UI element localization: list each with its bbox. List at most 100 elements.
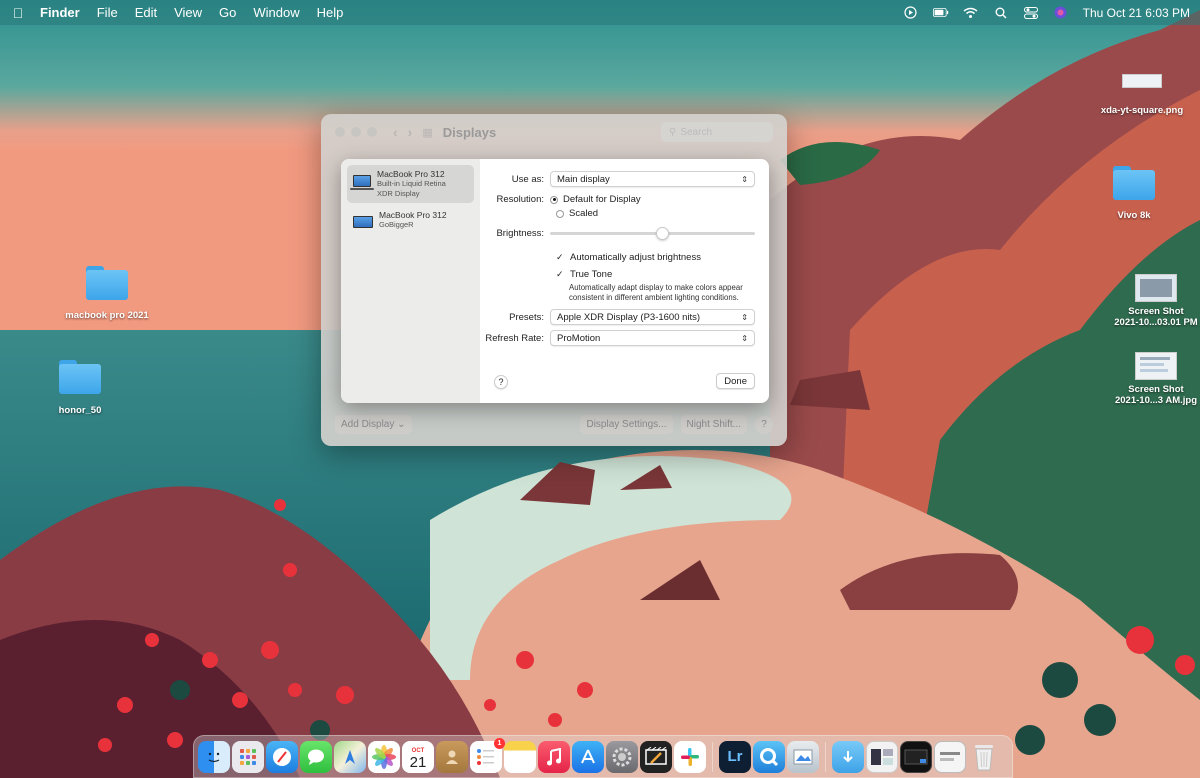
use-as-row: Use as: Main display ⇕ (480, 171, 755, 187)
display-detail: XDR Display (377, 189, 420, 198)
menu-app-finder[interactable]: Finder (40, 5, 80, 20)
dock-final-cut-pro-icon[interactable] (640, 740, 672, 773)
calendar-day: 21 (409, 753, 427, 771)
image-thumbnail-icon (1122, 74, 1162, 88)
true-tone-description: Automatically adapt display to make colo… (569, 283, 743, 302)
dock-music-icon[interactable] (538, 740, 570, 773)
desktop-icon-label: Screen Shot 2021-10...3 AM.jpg (1114, 384, 1197, 406)
grid-icon[interactable]: ▦ (422, 126, 432, 139)
search-icon: ⚲ (669, 126, 677, 138)
search-placeholder: Search (680, 126, 713, 138)
desktop-icon-label: xda-yt-square.png (1100, 105, 1184, 116)
desktop-file-xda-yt-square[interactable]: xda-yt-square.png (1096, 74, 1188, 116)
auto-brightness-checkbox[interactable]: ✓ Automatically adjust brightness (556, 252, 701, 263)
night-shift-button[interactable]: Night Shift... (680, 415, 747, 434)
wifi-icon[interactable] (963, 5, 979, 21)
battery-icon[interactable] (932, 5, 949, 21)
help-button[interactable]: ? (755, 415, 773, 434)
dock-quicktime-icon[interactable] (753, 740, 785, 773)
dock-messages-icon[interactable] (300, 740, 332, 773)
menu-extras: Thu Oct 21 6:03 PM (903, 5, 1190, 21)
menu-view[interactable]: View (174, 5, 202, 20)
display-item-external[interactable]: MacBook Pro 312 GoBiggeR (347, 206, 474, 234)
brightness-slider[interactable] (550, 227, 755, 240)
display-item-builtin[interactable]: MacBook Pro 312 Built-in Liquid Retina X… (347, 165, 474, 203)
presets-popup[interactable]: Apple XDR Display (P3-1600 nits) ⇕ (550, 309, 755, 325)
radio-selected-icon (550, 195, 558, 204)
zoom-window-button[interactable] (367, 127, 377, 137)
done-button[interactable]: Done (716, 373, 755, 389)
control-center-icon[interactable] (1023, 5, 1039, 21)
desktop-file-screenshot-2[interactable]: Screen Shot 2021-10...3 AM.jpg (1112, 352, 1200, 406)
dock-preview-icon[interactable] (787, 740, 819, 773)
menu-file[interactable]: File (97, 5, 118, 20)
back-chevron-icon[interactable]: ‹ (393, 124, 398, 140)
updown-chevron-icon: ⇕ (741, 312, 748, 322)
presets-row: Presets: Apple XDR Display (P3-1600 nits… (480, 309, 755, 325)
menu-window[interactable]: Window (253, 5, 299, 20)
dock-recent-document-icon[interactable] (866, 740, 898, 773)
updown-chevron-icon: ⇕ (741, 174, 748, 184)
dock-maps-icon[interactable] (334, 740, 366, 773)
dock-photos-icon[interactable] (368, 740, 400, 773)
spotlight-search-icon[interactable] (993, 5, 1009, 21)
monitor-icon (353, 216, 373, 228)
window-titlebar: ‹ › ▦ Displays ⚲ Search (321, 114, 787, 150)
display-name: MacBook Pro 312 (379, 210, 447, 220)
dock-notes-icon[interactable] (504, 740, 536, 773)
resolution-scaled-row: Scaled (556, 208, 755, 219)
radio-unselected-icon (556, 209, 564, 218)
dock-safari-icon[interactable] (266, 740, 298, 773)
desktop-folder-macbook-pro-2021[interactable]: macbook pro 2021 (52, 266, 162, 321)
desktop-folder-vivo-8k[interactable]: Vivo 8k (1100, 166, 1168, 221)
chevron-down-icon: ⌄ (397, 419, 406, 430)
menu-edit[interactable]: Edit (135, 5, 157, 20)
resolution-row: Resolution: Default for Display (480, 194, 755, 205)
siri-icon[interactable] (1053, 5, 1069, 21)
add-display-button[interactable]: Add Display ⌄ (335, 415, 412, 434)
refresh-rate-popup[interactable]: ProMotion ⇕ (550, 330, 755, 346)
dock-recent-screenshot-icon[interactable] (900, 740, 932, 773)
help-button[interactable]: ? (494, 375, 508, 389)
minimize-window-button[interactable] (351, 127, 361, 137)
menu-go[interactable]: Go (219, 5, 236, 20)
dock-launchpad-icon[interactable] (232, 740, 264, 773)
dock-slack-icon[interactable] (674, 740, 706, 773)
true-tone-checkbox[interactable]: ✓ True Tone (556, 269, 612, 280)
refresh-rate-label: Refresh Rate: (485, 332, 544, 344)
slider-knob[interactable] (656, 227, 670, 240)
forward-chevron-icon[interactable]: › (408, 124, 413, 140)
use-as-label: Use as: (511, 173, 544, 185)
search-field[interactable]: ⚲ Search (661, 122, 773, 142)
brightness-row: Brightness: (480, 227, 755, 240)
dock-downloads-folder-icon[interactable] (832, 740, 864, 773)
desktop-icon-label: honor_50 (58, 405, 102, 416)
dock-lightroom-icon[interactable]: Lr (719, 740, 751, 773)
dock-recent-image-icon[interactable] (934, 740, 966, 773)
apple-menu-icon[interactable]:  (10, 5, 26, 21)
use-as-popup[interactable]: Main display ⇕ (550, 171, 755, 187)
close-window-button[interactable] (335, 127, 345, 137)
desktop-file-screenshot-1[interactable]: Screen Shot 2021-10...03.01 PM (1112, 274, 1200, 328)
play-icon[interactable] (903, 5, 919, 21)
desktop-folder-honor-50[interactable]: honor_50 (40, 360, 120, 416)
dock-trash-icon[interactable] (968, 741, 1000, 773)
dock-separator (712, 741, 713, 772)
dock-finder-icon[interactable] (198, 740, 230, 773)
refresh-rate-row: Refresh Rate: ProMotion ⇕ (480, 330, 755, 346)
dock-contacts-icon[interactable] (436, 740, 468, 773)
display-list: MacBook Pro 312 Built-in Liquid Retina X… (341, 159, 480, 403)
dock-system-preferences-icon[interactable] (606, 740, 638, 773)
menu-clock[interactable]: Thu Oct 21 6:03 PM (1083, 6, 1190, 20)
dock-reminders-icon[interactable]: 1 (470, 737, 505, 773)
dock-calendar-icon[interactable]: OCT 21 (402, 740, 434, 773)
true-tone-row: ✓ True Tone (556, 269, 755, 280)
display-settings-panel: Use as: Main display ⇕ Resolution: Defaul… (480, 159, 769, 403)
menu-help[interactable]: Help (317, 5, 344, 20)
folder-icon (1113, 166, 1155, 200)
folder-icon (59, 360, 101, 394)
resolution-scaled-radio[interactable]: Scaled (556, 208, 598, 219)
resolution-default-radio[interactable]: Default for Display (550, 194, 641, 205)
dock-app-store-icon[interactable] (572, 740, 604, 773)
display-settings-button[interactable]: Display Settings... (580, 415, 673, 434)
